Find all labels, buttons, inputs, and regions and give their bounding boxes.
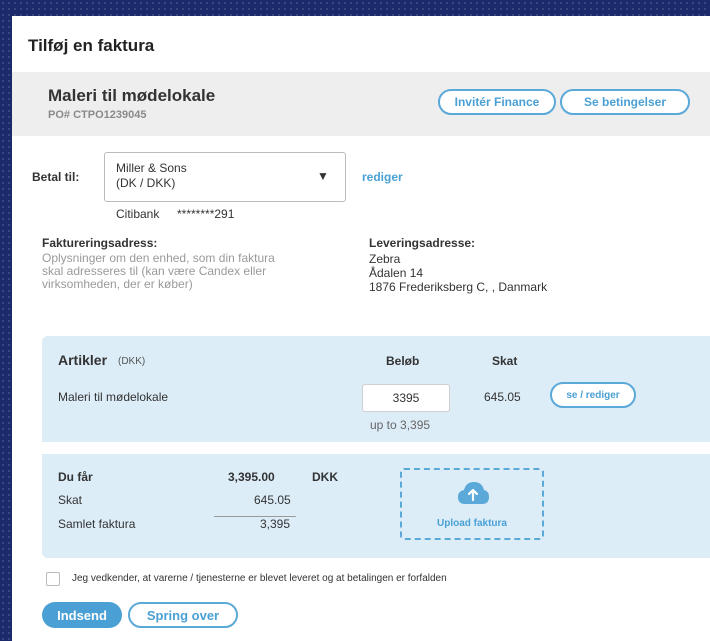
you-get-value: 3,395.00: [228, 470, 275, 484]
order-header: Maleri til mødelokale PO# CTPO1239045 In…: [12, 72, 710, 136]
summary-tax-label: Skat: [58, 493, 83, 507]
cloud-upload-icon: [458, 482, 489, 504]
view-terms-button[interactable]: Se betingelser: [560, 89, 690, 115]
delivery-name: Zebra: [369, 252, 401, 266]
acknowledge-checkbox[interactable]: [46, 572, 60, 586]
pay-to-select[interactable]: Miller & Sons (DK / DKK) ▼: [104, 152, 346, 202]
acknowledge-text: Jeg vedkender, at varerne / tjenesterne …: [72, 573, 447, 584]
articles-currency: (DKK): [118, 356, 146, 367]
summary-panel: Du får 3,395.00 DKK Skat 645.05 Samlet f…: [42, 454, 710, 558]
tax-column-header: Skat: [492, 354, 518, 368]
summary-tax-value: 645.05: [254, 493, 291, 507]
article-tax: 645.05: [484, 390, 521, 404]
add-invoice-dialog: Tilføj en faktura Maleri til mødelokale …: [12, 16, 710, 641]
pay-to-label: Betal til:: [32, 170, 80, 184]
submit-button[interactable]: Indsend: [42, 602, 122, 628]
bank-name: Citibank: [116, 207, 160, 221]
billing-description: Oplysninger om den enhed, som din faktur…: [42, 251, 275, 291]
upload-invoice-dropzone[interactable]: Upload faktura: [400, 468, 544, 540]
total-label: Samlet faktura: [58, 517, 136, 531]
po-number: PO# CTPO1239045: [48, 109, 147, 121]
pay-to-selected-name: Miller & Sons: [116, 161, 187, 175]
articles-panel: Artikler (DKK) Beløb Skat Maleri til mød…: [42, 336, 710, 442]
billing-heading: Faktureringsadress:: [42, 236, 158, 250]
order-title: Maleri til mødelokale: [48, 86, 216, 105]
skip-button[interactable]: Spring over: [128, 602, 238, 628]
article-name: Maleri til mødelokale: [58, 390, 169, 404]
view-edit-button[interactable]: se / rediger: [550, 382, 636, 408]
delivery-street: Ådalen 14: [369, 266, 424, 280]
edit-pay-to-link[interactable]: rediger: [362, 170, 403, 184]
pay-to-selected-currency: (DK / DKK): [116, 176, 176, 190]
dialog-title: Tilføj en faktura: [28, 36, 155, 55]
amount-input[interactable]: 3395: [362, 384, 450, 412]
dropdown-arrow-icon: ▼: [317, 169, 329, 183]
delivery-city: 1876 Frederiksberg C, , Danmark: [369, 280, 548, 294]
articles-heading: Artikler: [58, 352, 108, 368]
invite-finance-button[interactable]: Invitér Finance: [438, 89, 556, 115]
amount-column-header: Beløb: [386, 354, 420, 368]
delivery-heading: Leveringsadresse:: [369, 236, 476, 250]
amount-limit: up to 3,395: [370, 418, 431, 432]
you-get-label: Du får: [58, 470, 93, 484]
summary-currency: DKK: [312, 470, 338, 484]
total-value: 3,395: [260, 517, 291, 531]
account-number: ********291: [177, 207, 235, 221]
upload-label: Upload faktura: [436, 518, 507, 529]
